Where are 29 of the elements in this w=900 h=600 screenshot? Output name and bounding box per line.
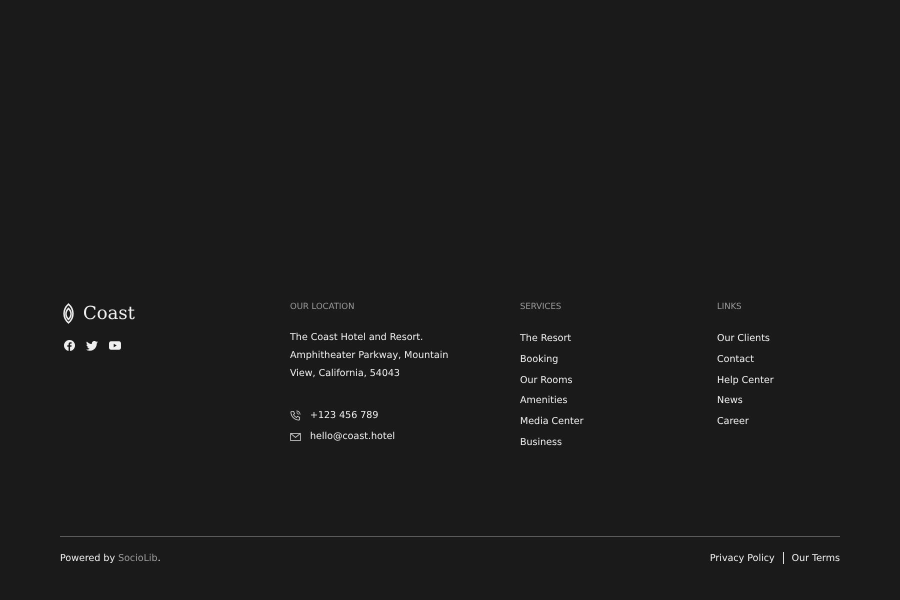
address-line: View, California, 54043 [290, 367, 401, 381]
sociolib-link[interactable]: SocioLib [118, 552, 158, 564]
phone-number[interactable]: +123 456 789 [310, 410, 378, 421]
twitter-icon[interactable] [86, 340, 98, 350]
brand-name: Coast [83, 303, 135, 324]
legal-link[interactable]: Our Terms [792, 552, 840, 564]
address-line: The Coast Hotel and Resort. [290, 331, 424, 345]
column-heading: OUR LOCATION [290, 302, 354, 312]
legal-link[interactable]: Privacy Policy [710, 552, 775, 564]
phone-icon [290, 410, 301, 421]
footer-link[interactable]: Our Clients [717, 329, 770, 350]
footer-link[interactable]: News [717, 391, 743, 412]
mail-icon [290, 432, 301, 440]
youtube-icon[interactable] [109, 341, 121, 350]
address-line: Amphitheater Parkway, Mountain [290, 349, 448, 363]
email-address[interactable]: hello@coast.hotel [310, 431, 396, 442]
footer-link[interactable]: Our Rooms [520, 370, 572, 392]
column-heading: LINKS [717, 302, 742, 312]
footer-link[interactable]: The Resort [520, 329, 572, 350]
footer-link[interactable]: Career [717, 412, 749, 433]
powered-by-text: Powered by SocioLib. [60, 552, 161, 564]
footer-link[interactable]: Contact [717, 350, 754, 371]
footer-link[interactable]: Booking [520, 350, 558, 371]
footer-link[interactable]: Media Center [520, 412, 584, 433]
footer-link[interactable]: Help Center [717, 370, 774, 392]
footer-link[interactable]: Business [520, 432, 562, 454]
footer-link[interactable]: Amenities [520, 391, 568, 412]
facebook-icon[interactable] [64, 340, 75, 351]
column-heading: SERVICES [520, 302, 562, 312]
